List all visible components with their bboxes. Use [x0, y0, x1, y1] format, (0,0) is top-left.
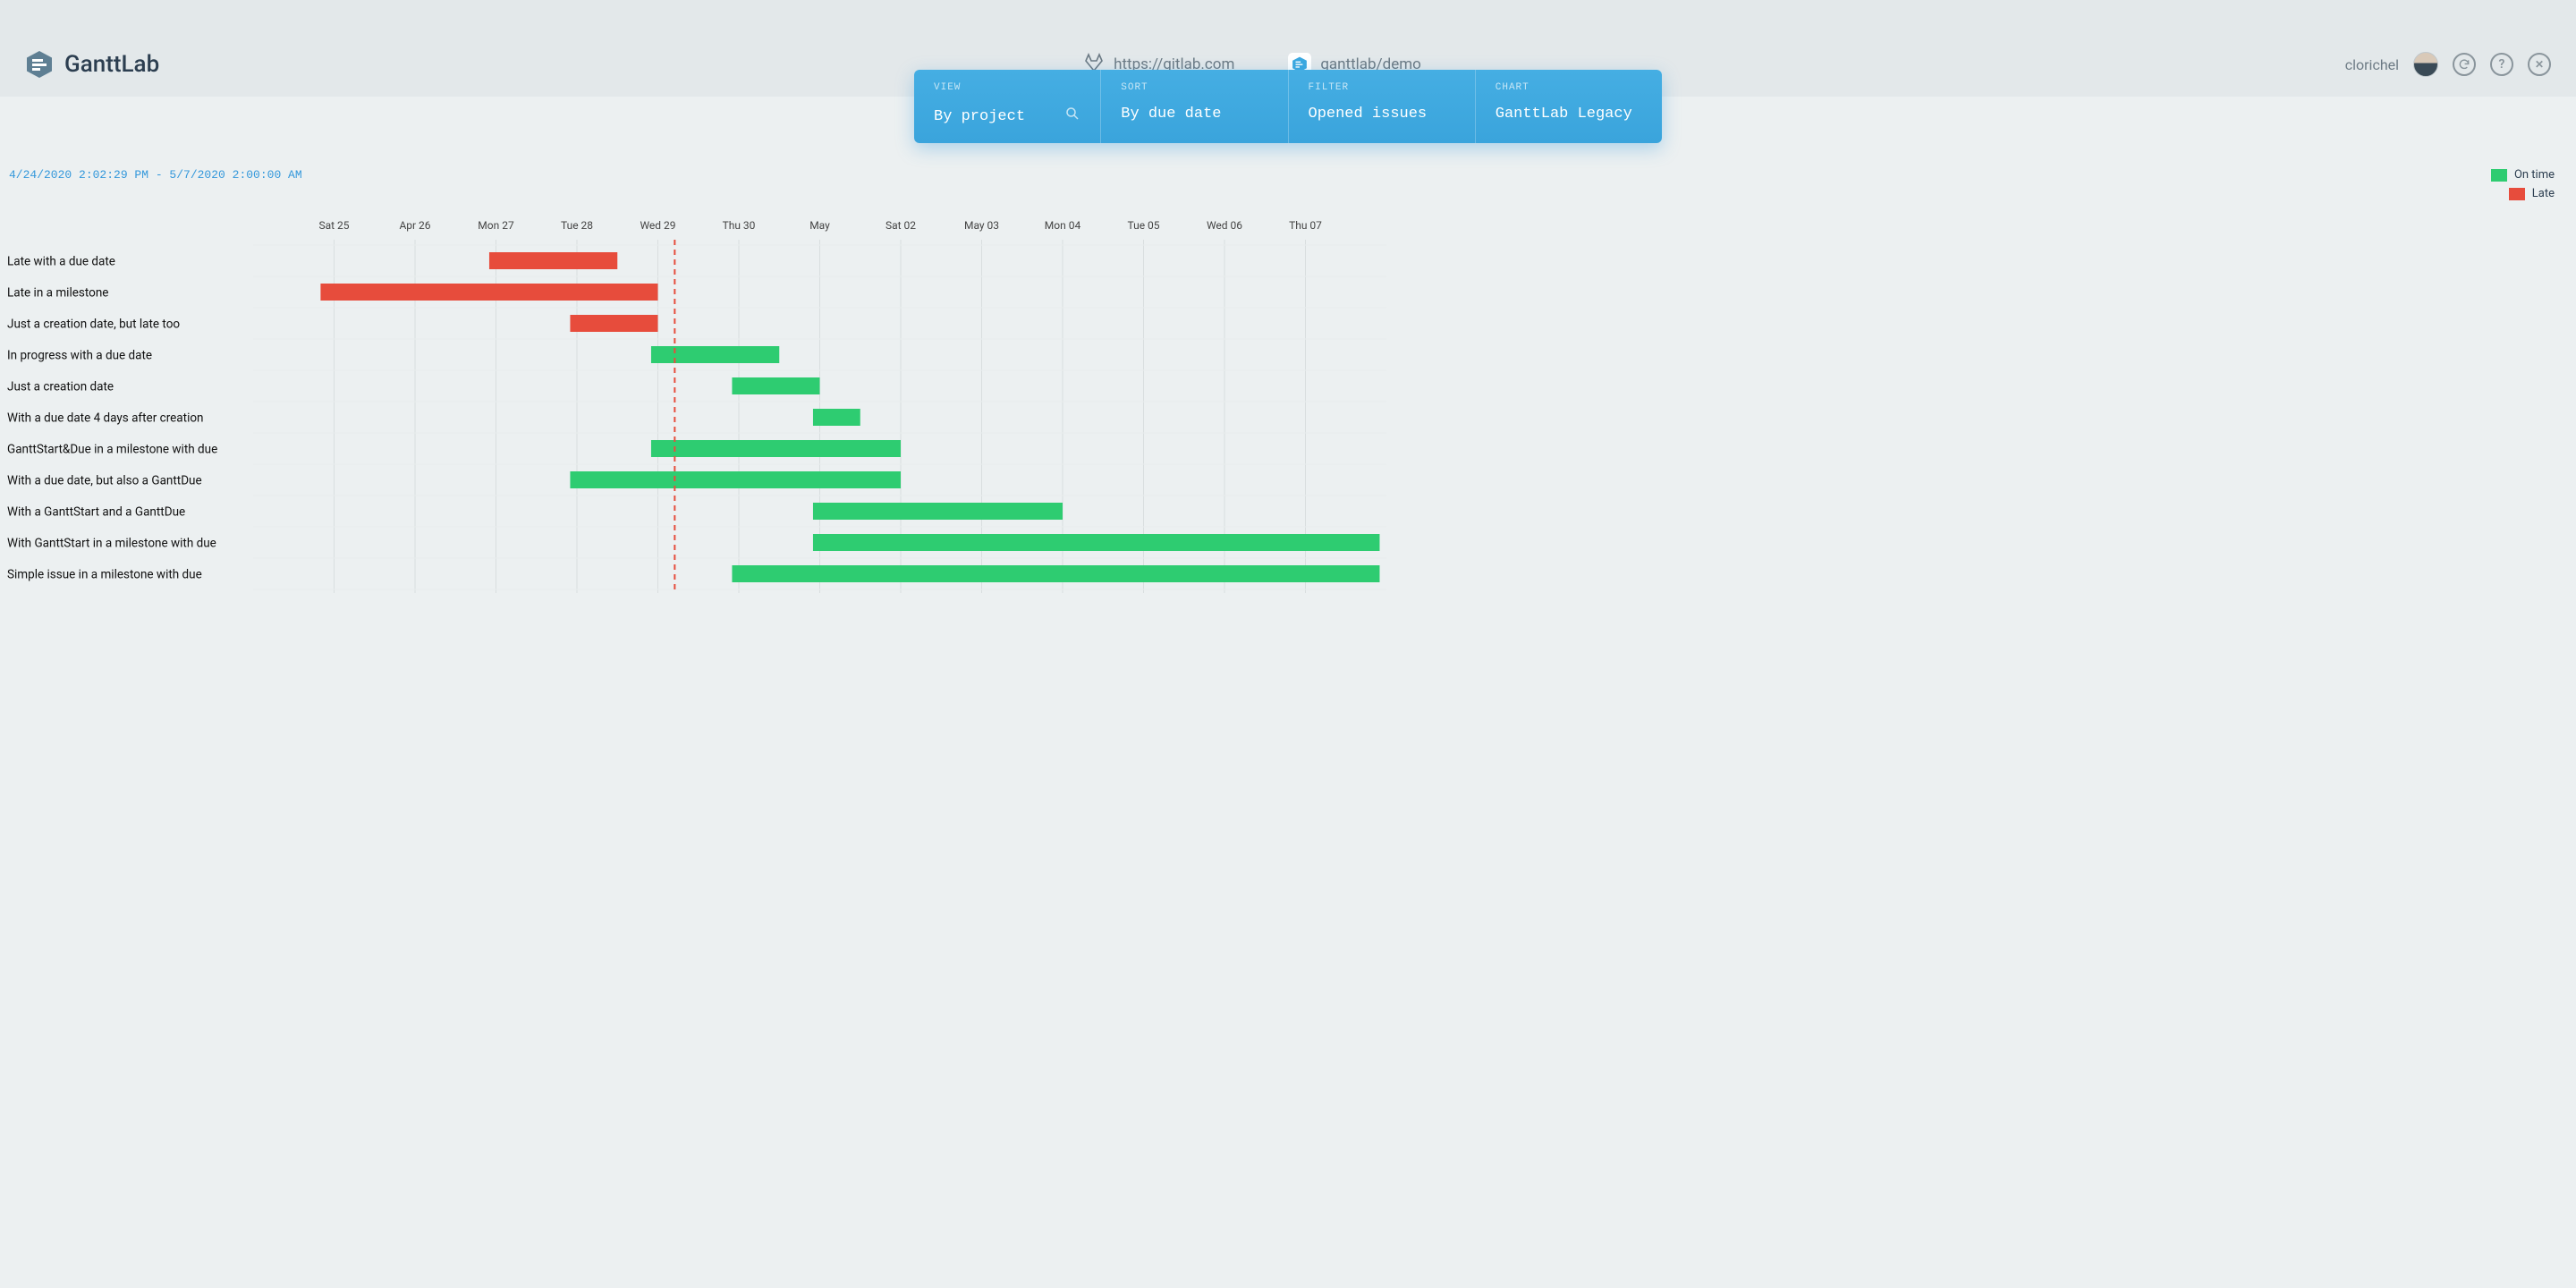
close-button[interactable] [2528, 53, 2551, 76]
row-label: With a GanttStart and a GanttDue [7, 505, 185, 520]
legend-late-label: Late [2532, 187, 2555, 200]
control-chart-value: GanttLab Legacy [1496, 106, 1632, 123]
row-label: Just a creation date [7, 380, 114, 394]
legend-swatch-late [2509, 188, 2525, 200]
app-logo[interactable]: GanttLab [25, 50, 159, 79]
gantt-bar[interactable] [732, 565, 1379, 582]
row-label: With a due date 4 days after creation [7, 411, 204, 426]
control-chart-label: CHART [1496, 82, 1642, 93]
row-label: Late in a milestone [7, 286, 108, 301]
ganttlab-logo-icon [25, 50, 54, 79]
gantt-bar[interactable] [570, 315, 657, 332]
control-filter-label: FILTER [1309, 82, 1455, 93]
axis-tick-label: May 03 [964, 219, 999, 232]
axis-tick-label: Apr 26 [399, 219, 430, 232]
gantt-bar[interactable] [813, 503, 1063, 520]
control-view-value: By project [934, 108, 1025, 125]
help-button[interactable] [2490, 53, 2513, 76]
legend-on-time: On time [2491, 168, 2555, 182]
control-chart[interactable]: CHART GanttLab Legacy [1476, 70, 1662, 143]
legend-late: Late [2491, 187, 2555, 200]
axis-tick-label: Mon 04 [1045, 219, 1081, 232]
legend: On time Late [2491, 168, 2555, 206]
control-sort-label: SORT [1121, 82, 1267, 93]
gantt-bar[interactable] [732, 377, 819, 394]
row-label: In progress with a due date [7, 349, 152, 363]
axis-tick-label: Thu 07 [1289, 219, 1322, 232]
control-sort-value: By due date [1121, 106, 1221, 123]
app-name: GanttLab [64, 51, 159, 78]
gantt-chart: Sat 25 Apr 26 Mon 27 Tue 28 Wed 29 Thu 30 May S… [7, 213, 2555, 597]
row-label: Late with a due date [7, 255, 115, 269]
axis-tick-label: Tue 05 [1127, 219, 1159, 232]
gantt-bar[interactable] [813, 409, 860, 426]
control-view[interactable]: VIEW By project [914, 70, 1101, 143]
username[interactable]: clorichel [2345, 56, 2399, 73]
axis-tick-label: Sat 25 [318, 219, 349, 232]
gantt-bar[interactable] [651, 346, 779, 363]
gantt-bar[interactable] [651, 440, 901, 457]
axis-tick-label: Thu 30 [723, 219, 756, 232]
legend-on-time-label: On time [2514, 168, 2555, 182]
control-sort[interactable]: SORT By due date [1101, 70, 1288, 143]
avatar[interactable] [2413, 52, 2438, 77]
row-label: With a due date, but also a GanttDue [7, 474, 202, 488]
controls-panel: VIEW By project SORT By due date FILTER … [914, 70, 1662, 143]
axis-tick-label: Mon 27 [478, 219, 514, 232]
axis-tick-label: Tue 28 [561, 219, 593, 232]
axis-tick-label: Wed 29 [640, 219, 675, 232]
refresh-button[interactable] [2453, 53, 2476, 76]
axis-tick-label: Sat 02 [886, 219, 916, 232]
legend-swatch-on-time [2491, 169, 2507, 182]
gantt-bar[interactable] [813, 534, 1379, 551]
refresh-icon [2458, 58, 2470, 71]
search-icon[interactable] [1064, 106, 1080, 127]
gantt-bar[interactable] [489, 252, 617, 269]
control-filter-value: Opened issues [1309, 106, 1428, 123]
row-label: Simple issue in a milestone with due [7, 568, 202, 582]
axis-tick-label: May [809, 219, 830, 232]
axis-tick-label: Wed 06 [1207, 219, 1242, 232]
date-range-text: 4/24/2020 2:02:29 PM - 5/7/2020 2:00:00 … [7, 168, 302, 182]
row-label: Just a creation date, but late too [7, 318, 180, 332]
control-view-label: VIEW [934, 82, 1080, 93]
row-label: With GanttStart in a milestone with due [7, 537, 216, 551]
control-filter[interactable]: FILTER Opened issues [1289, 70, 1476, 143]
gantt-bar[interactable] [570, 471, 901, 488]
gantt-bar[interactable] [320, 284, 657, 301]
row-label: GanttStart&Due in a milestone with due [7, 443, 217, 457]
